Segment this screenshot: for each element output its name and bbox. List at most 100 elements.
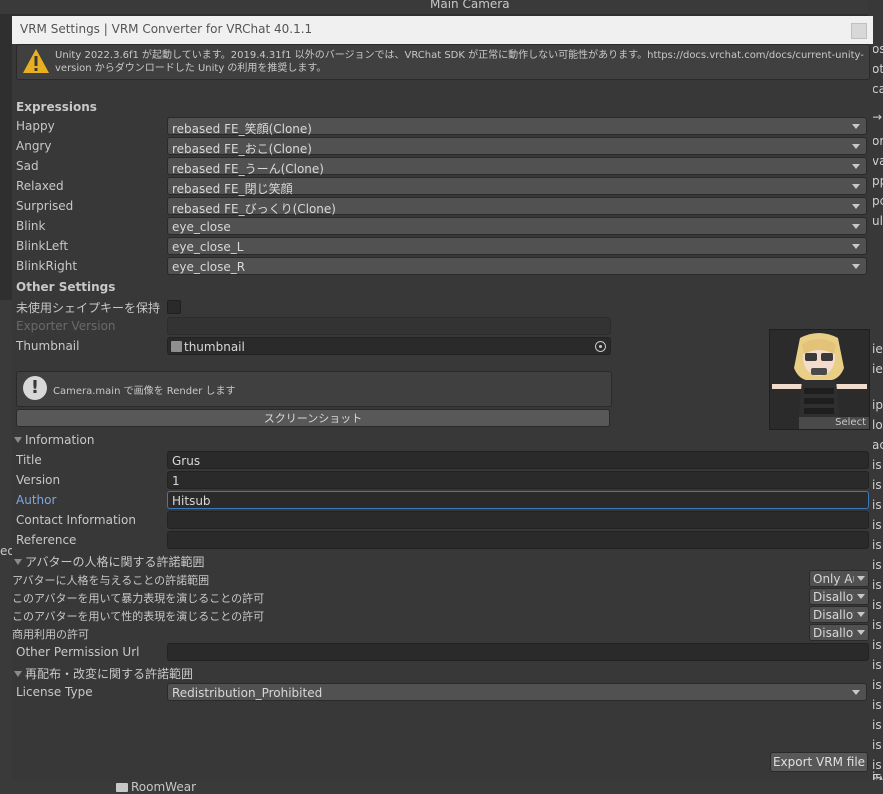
chevron-down-icon (852, 124, 860, 129)
thumbnail-row: Thumbnail thumbnail (12, 336, 873, 356)
inspector-fragment: ac (872, 438, 883, 452)
chevron-down-icon (852, 264, 860, 269)
object-picker-icon[interactable] (595, 341, 606, 352)
chevron-down-icon (857, 612, 865, 617)
select-label[interactable]: Select (799, 417, 869, 429)
settings-content: Unity 2022.3.6f1 が起動しています。2019.4.31f1 以外… (12, 44, 873, 780)
foldout-arrow-icon (14, 671, 22, 677)
inspector-fragment: is (872, 698, 882, 712)
project-folder-roomwear[interactable]: RoomWear (116, 780, 196, 794)
permission-dropdown[interactable]: Disallow (809, 606, 869, 623)
screenshot-button[interactable]: スクリーンショット (16, 409, 610, 427)
inspector-fragment: ipS (872, 398, 883, 412)
version-field[interactable]: 1 (167, 471, 869, 489)
exporter-version-row: Exporter Version (12, 316, 873, 336)
inspector-fragment: lo (872, 418, 883, 432)
inspector-fragment: is (872, 598, 882, 612)
export-vrm-button[interactable]: Export VRM file (770, 752, 868, 772)
contact-row: Contact Information (12, 510, 873, 530)
version-row: Version 1 (12, 470, 873, 490)
keep-unused-label: 未使用シェイプキーを保持 (16, 301, 161, 315)
expression-row-blinkright: BlinkRight eye_close_R (12, 256, 873, 276)
expression-row-sad: Sad rebased FE_うーん(Clone) (12, 156, 873, 176)
exporter-version-field (167, 317, 611, 335)
avatar-thumbnail-image (770, 330, 869, 429)
expressions-header: Expressions (16, 100, 97, 114)
contact-field[interactable] (167, 511, 869, 529)
chevron-down-icon (852, 224, 860, 229)
expression-label: Relaxed (16, 179, 64, 193)
permission-label: 商用利用の許可 (12, 628, 89, 641)
author-row: Author Hitsub (12, 490, 873, 510)
inspector-fragment: is (872, 718, 882, 732)
close-button[interactable] (851, 23, 867, 39)
vrm-settings-window: VRM Settings | VRM Converter for VRChat … (12, 16, 873, 780)
expression-row-relaxed: Relaxed rebased FE_閉じ笑顔 (12, 176, 873, 196)
expression-row-happy: Happy rebased FE_笑顔(Clone) (12, 116, 873, 136)
license-foldout[interactable]: 再配布・改変に関する許諾範囲 (14, 665, 193, 682)
background-project-panel: RoomWear (0, 780, 883, 794)
license-type-row: License Type Redistribution_Prohibited (12, 682, 873, 702)
permission-dropdown[interactable]: Disallow (809, 588, 869, 605)
reference-field[interactable] (167, 531, 869, 549)
license-type-dropdown[interactable]: Redistribution_Prohibited (167, 683, 867, 701)
expression-row-angry: Angry rebased FE_おこ(Clone) (12, 136, 873, 156)
permission-dropdown[interactable]: Only Author (809, 570, 869, 587)
info-icon: ! (23, 376, 47, 400)
inspector-fragment: is (872, 618, 882, 632)
exporter-version-label: Exporter Version (16, 319, 116, 333)
expression-dropdown-happy[interactable]: rebased FE_笑顔(Clone) (167, 117, 867, 136)
expression-dropdown-blinkleft[interactable]: eye_close_L (167, 237, 867, 255)
title-field[interactable]: Grus (167, 451, 869, 469)
inspector-fragment: or (872, 134, 883, 148)
expression-dropdown-surprised[interactable]: rebased FE_びっくり(Clone) (167, 197, 867, 216)
other-permission-url-label: Other Permission Url (16, 645, 140, 659)
inspector-fragment: is (872, 458, 882, 472)
inspector-fragment: pp (872, 174, 883, 188)
background-hierarchy: Main Camera (0, 0, 883, 14)
keep-unused-row: 未使用シェイプキーを保持 (12, 296, 873, 316)
expression-label: BlinkLeft (16, 239, 69, 253)
reference-label: Reference (16, 533, 77, 547)
expression-label: Sad (16, 159, 39, 173)
permission-row: このアバターを用いて性的表現を演じることの許可 Disallow (12, 606, 873, 624)
thumbnail-preview[interactable]: Select (769, 329, 870, 430)
expression-dropdown-blink[interactable]: eye_close (167, 217, 867, 235)
expression-label: Blink (16, 219, 46, 233)
thumbnail-label: Thumbnail (16, 339, 80, 353)
chevron-down-icon (852, 184, 860, 189)
expression-dropdown-angry[interactable]: rebased FE_おこ(Clone) (167, 137, 867, 156)
inspector-fragment: ul (872, 214, 883, 228)
permission-row: このアバターを用いて暴力表現を演じることの許可 Disallow (12, 588, 873, 606)
foldout-arrow-icon (14, 437, 22, 443)
thumbnail-object-field[interactable]: thumbnail (167, 337, 611, 355)
inspector-fragment: os (872, 42, 883, 56)
author-field[interactable]: Hitsub (167, 491, 869, 509)
foldout-arrow-icon (14, 559, 22, 565)
other-permission-url-field[interactable] (167, 643, 869, 661)
chevron-down-icon (852, 690, 860, 695)
keep-unused-checkbox[interactable] (167, 300, 181, 314)
permission-dropdown[interactable]: Disallow (809, 624, 869, 641)
inspector-fragment: is (872, 578, 882, 592)
title-label: Title (16, 453, 42, 467)
permission-label: アバターに人格を与えることの許諾範囲 (12, 574, 210, 587)
folder-icon (116, 783, 128, 792)
expression-dropdown-blinkright[interactable]: eye_close_R (167, 257, 867, 275)
contact-label: Contact Information (16, 513, 136, 527)
expression-dropdown-relaxed[interactable]: rebased FE_閉じ笑顔 (167, 177, 867, 196)
expression-dropdown-sad[interactable]: rebased FE_うーん(Clone) (167, 157, 867, 176)
window-titlebar[interactable]: VRM Settings | VRM Converter for VRChat … (12, 16, 873, 44)
information-foldout[interactable]: Information (14, 433, 94, 447)
render-info-text: Camera.main で画像を Render します (53, 386, 236, 397)
inspector-fragment: is (872, 678, 882, 692)
background-scene-strip: ed (0, 300, 15, 794)
permission-foldout[interactable]: アバターの人格に関する許諾範囲 (14, 553, 205, 570)
inspector-fragment: is (872, 498, 882, 512)
expression-label: Angry (16, 139, 52, 153)
warning-icon (23, 49, 49, 73)
inspector-fragment: is (872, 658, 882, 672)
inspector-fragment: va (872, 154, 883, 168)
chevron-down-icon (852, 144, 860, 149)
inspector-fragment: is (872, 558, 882, 572)
